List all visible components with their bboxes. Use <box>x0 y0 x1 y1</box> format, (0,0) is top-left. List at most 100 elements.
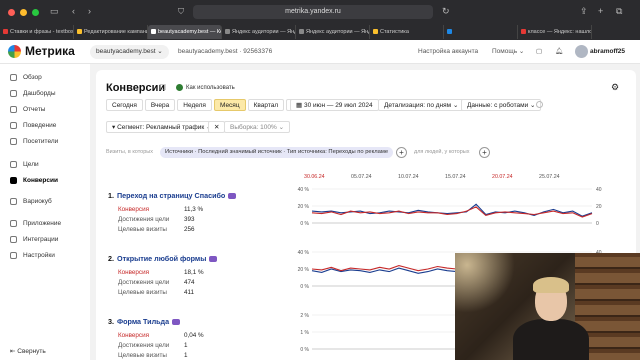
browser-tab[interactable]: Яндекс аудитории — Яндекс <box>222 25 296 39</box>
browser-tab[interactable]: Редактирование кампаний <box>74 25 148 39</box>
site-selector[interactable]: beautyacademy.best ⌄ <box>90 45 169 59</box>
minimize-window-icon[interactable] <box>20 9 27 16</box>
goal-name[interactable]: Переход на страницу Спасибо <box>117 191 225 200</box>
left-tick-label: 2 % <box>300 313 309 319</box>
address-bar[interactable]: metrika.yandex.ru <box>193 5 433 19</box>
goal-title[interactable]: 1. Переход на страницу Спасибо <box>108 191 237 200</box>
add-people-filter-button[interactable]: + <box>479 147 490 158</box>
sidebar-item-10[interactable]: Настройки <box>10 252 55 259</box>
data-source-select[interactable]: Данные: с роботами ⌄ <box>461 99 542 111</box>
detail-select[interactable]: Детализация: по дням ⌄ <box>378 99 465 111</box>
sidebar-item-5[interactable]: Цели <box>10 161 39 168</box>
sidebar-item-icon <box>10 122 17 129</box>
share-icon[interactable]: ⇪ <box>580 6 588 17</box>
sidebar-item-4[interactable]: Посетители <box>10 138 58 145</box>
sidebar-item-icon <box>10 236 17 243</box>
settings-icon[interactable]: ⚙ <box>611 82 619 93</box>
messages-icon[interactable]: ▢ <box>536 45 542 59</box>
period-button[interactable]: Месяц <box>213 99 246 111</box>
left-tick-label: 20 % <box>298 267 310 273</box>
goal-type-icon <box>172 319 181 326</box>
date-tick-label: 15.07.24 <box>445 174 466 180</box>
sidebar-item-label: Отчеты <box>23 106 46 113</box>
left-tick-label: 1 % <box>300 330 309 336</box>
avatar[interactable] <box>575 45 588 58</box>
sidebar-item-8[interactable]: Приложение <box>10 220 61 227</box>
visits-condition-label: Визиты, в которых <box>106 149 153 155</box>
sidebar-item-6[interactable]: Конверсии <box>10 177 58 184</box>
close-window-icon[interactable] <box>8 9 15 16</box>
people-condition-label: для людей, у которых <box>414 149 470 155</box>
metric-label: Целевые визиты <box>118 226 167 233</box>
browser-tab[interactable]: Яндекс аудитории — Яндекс <box>296 25 370 39</box>
site-selector-label: beautyacademy.best <box>96 48 156 55</box>
sidebar-item-2[interactable]: Отчеты <box>10 106 45 113</box>
back-icon[interactable]: ‹ <box>72 6 75 16</box>
sidebar-item-1[interactable]: Дашборды <box>10 90 56 97</box>
goal-name[interactable]: Форма Тильда <box>117 317 169 326</box>
reload-icon[interactable]: ↻ <box>442 6 450 17</box>
browser-tab[interactable]: классе — Яндекс: нашлось 4 <box>518 25 592 39</box>
period-button[interactable]: Квартал <box>247 99 285 111</box>
collapse-sidebar-button[interactable]: ⇤ Свернуть <box>10 347 46 355</box>
right-tick-label: 0 <box>596 221 599 227</box>
filter-pill[interactable]: Источники · Последний значимый источник … <box>160 147 394 158</box>
forward-icon[interactable]: › <box>88 6 91 16</box>
new-tab-icon[interactable]: + <box>598 6 603 16</box>
sidebar-toggle-icon[interactable]: ▭ <box>50 6 59 17</box>
clear-segment-button[interactable]: ✕ <box>208 121 226 133</box>
bookmark-icon[interactable]: ☐ <box>159 83 166 92</box>
help-icon <box>176 84 183 91</box>
shield-icon[interactable]: ⛉ <box>178 7 184 17</box>
left-tick-label: 0 % <box>300 347 309 353</box>
window-controls[interactable] <box>8 9 39 16</box>
period-button[interactable]: Сегодня <box>106 99 143 111</box>
sidebar-item-icon <box>10 252 17 259</box>
tab-strip: Ставки и фразы - textbosscouРедактирован… <box>0 24 640 40</box>
metric-label: Достижения цели <box>118 342 170 349</box>
sample-select[interactable]: Выборка: 100% ⌄ <box>224 121 291 133</box>
goal-chart[interactable]: 0 % 20 % 40 % 0 20 40 <box>294 184 624 228</box>
maximize-window-icon[interactable] <box>32 9 39 16</box>
period-selector: СегодняВчераНеделяМесяцКварталГод <box>106 99 311 111</box>
logo[interactable]: Метрика <box>8 44 75 58</box>
period-button[interactable]: Неделя <box>177 99 212 111</box>
browser-tab[interactable]: Ставки и фразы - textbosscou <box>0 25 74 39</box>
how-to-use-link[interactable]: Как использовать <box>176 84 235 91</box>
account-settings-link[interactable]: Настройка аккаунта <box>418 45 478 59</box>
how-to-use-label: Как использовать <box>186 84 235 91</box>
date-tick-label: 20.07.24 <box>492 174 513 180</box>
date-range-picker[interactable]: ▦ 30 июн — 29 июл 2024 <box>290 99 379 111</box>
sidebar-item-3[interactable]: Поведение <box>10 122 56 129</box>
goal-title[interactable]: 2. Открытие любой формы <box>108 254 218 263</box>
goal-number: 3. <box>108 317 114 326</box>
metrika-logo-icon <box>8 44 21 58</box>
metric-value: 1 <box>184 352 188 359</box>
bell-icon[interactable]: 🔔︎ <box>555 45 563 59</box>
period-button[interactable]: Вчера <box>144 99 176 111</box>
left-tick-label: 40 % <box>298 187 310 193</box>
browser-tab[interactable]: beautyacademy.best — Конвер <box>148 25 222 39</box>
sidebar-item-icon <box>10 90 17 97</box>
metric-value: 1 <box>184 342 188 349</box>
sidebar-item-9[interactable]: Интеграции <box>10 236 58 243</box>
goal-number: 1. <box>108 191 114 200</box>
goal-title[interactable]: 3. Форма Тильда <box>108 317 181 326</box>
sidebar-item-label: Вариокуб <box>23 198 52 205</box>
info-icon[interactable] <box>536 101 543 108</box>
add-visit-filter-button[interactable]: + <box>396 147 407 158</box>
goal-name[interactable]: Открытие любой формы <box>117 254 206 263</box>
tab-overview-icon[interactable]: ⧉ <box>616 6 622 17</box>
sidebar-item-7[interactable]: Вариокуб <box>10 198 52 205</box>
segment-select[interactable]: ▾ Сегмент: Рекламный трафик ⌄ <box>106 121 218 133</box>
sidebar-item-label: Поведение <box>23 122 57 129</box>
help-menu[interactable]: Помощь ⌄ <box>492 45 524 59</box>
browser-tab[interactable] <box>444 25 518 39</box>
metric-label: Конверсия <box>118 269 150 276</box>
page-title: Конверсии <box>106 82 166 94</box>
browser-tab[interactable]: Статистика <box>370 25 444 39</box>
username[interactable]: abramoff25 <box>590 45 625 59</box>
data-source-label: Данные: с роботами <box>467 102 529 109</box>
sidebar-item-0[interactable]: Обзор <box>10 74 42 81</box>
app-header: Метрика beautyacademy.best ⌄ beautyacade… <box>0 40 640 64</box>
